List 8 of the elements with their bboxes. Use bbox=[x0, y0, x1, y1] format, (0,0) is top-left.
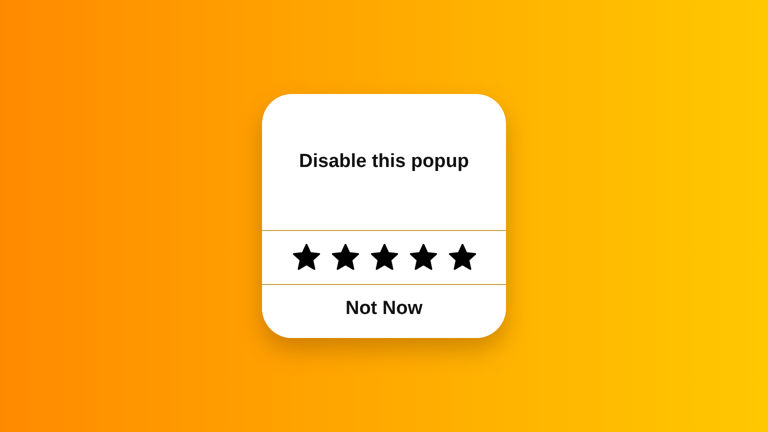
star[interactable] bbox=[330, 243, 360, 272]
not-now-button[interactable]: Not Now bbox=[262, 285, 506, 338]
star[interactable] bbox=[448, 243, 476, 272]
star[interactable] bbox=[292, 243, 320, 272]
star-rating[interactable] bbox=[292, 243, 476, 272]
star[interactable] bbox=[408, 243, 438, 272]
star[interactable] bbox=[370, 243, 398, 272]
popup-title: Disable this popup bbox=[299, 150, 469, 174]
